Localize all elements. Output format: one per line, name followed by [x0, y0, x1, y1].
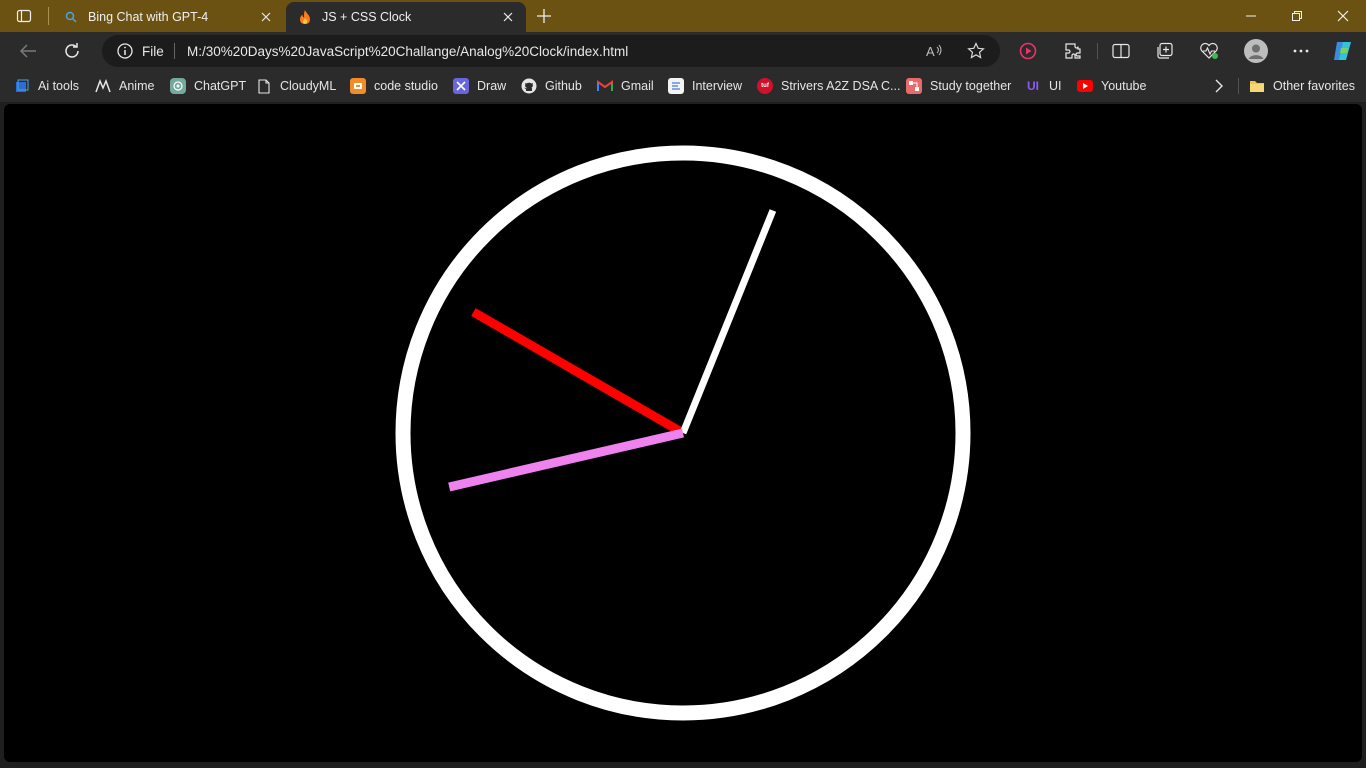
bookmark-anime[interactable]: Anime: [95, 77, 154, 95]
chatgpt-icon: [170, 78, 186, 94]
toolbar: File M:/30%20Days%20JavaScript%20Challan…: [0, 32, 1366, 70]
bookmark-youtube[interactable]: Youtube: [1077, 77, 1146, 95]
extensions-icon[interactable]: [1059, 37, 1087, 65]
interview-icon: [668, 78, 684, 94]
restore-icon[interactable]: [1274, 0, 1320, 32]
address-separator: [174, 43, 175, 59]
title-bar: Bing Chat with GPT-4 JS + CSS Clock: [0, 0, 1366, 32]
favorites-bar: Ai tools Anime ChatGPT CloudyML code stu…: [0, 70, 1366, 102]
bookmark-label: Anime: [119, 79, 155, 93]
address-scheme-label: File: [142, 44, 164, 59]
page-icon: [256, 78, 272, 94]
fire-icon: [296, 8, 314, 26]
bookmark-label: UI: [1049, 79, 1062, 93]
favorites-separator: [1238, 78, 1239, 94]
bookmark-study-together[interactable]: Study together: [906, 77, 1011, 95]
tab-title: Bing Chat with GPT-4: [88, 10, 209, 24]
profile-avatar[interactable]: [1242, 37, 1270, 65]
info-icon[interactable]: [116, 42, 134, 60]
github-icon: [521, 78, 537, 94]
collections-icon[interactable]: [1151, 37, 1179, 65]
tuf-icon: tuf: [757, 78, 773, 94]
tab-js-css-clock[interactable]: JS + CSS Clock: [286, 2, 526, 32]
browser-essentials-icon[interactable]: [1195, 37, 1223, 65]
bookmark-code-studio[interactable]: code studio: [350, 77, 438, 95]
youtube-icon: [1077, 78, 1093, 94]
folder-icon: [1249, 78, 1265, 94]
bookmark-strivers[interactable]: tuf Strivers A2Z DSA C...: [757, 77, 900, 95]
study-icon: [906, 78, 922, 94]
chevron-right-icon[interactable]: [1214, 77, 1224, 95]
close-tab-icon[interactable]: [498, 7, 518, 27]
bookmark-label: Study together: [930, 79, 1012, 93]
draw-icon: [453, 78, 469, 94]
split-screen-icon[interactable]: [1107, 37, 1135, 65]
copilot-icon[interactable]: [1329, 37, 1357, 65]
tab-separator: [48, 7, 49, 25]
bookmark-github[interactable]: Github: [521, 77, 582, 95]
bookmark-label: Strivers A2Z DSA C...: [781, 79, 901, 93]
tab-actions-icon[interactable]: [10, 7, 38, 25]
bookmark-label: Youtube: [1101, 79, 1147, 93]
bookmark-draw[interactable]: Draw: [453, 77, 506, 95]
address-bar[interactable]: File M:/30%20Days%20JavaScript%20Challan…: [102, 35, 1000, 67]
bookmark-label: Github: [545, 79, 582, 93]
bookmark-interview[interactable]: Interview: [668, 77, 742, 95]
media-play-icon[interactable]: [1014, 37, 1042, 65]
other-favorites[interactable]: Other favorites: [1249, 77, 1355, 95]
toolbar-divider: [1097, 43, 1098, 59]
close-tab-icon[interactable]: [256, 7, 276, 27]
url-text[interactable]: M:/30%20Days%20JavaScript%20Challange/An…: [187, 44, 628, 59]
codestudio-icon: [350, 78, 366, 94]
minimize-icon[interactable]: [1228, 0, 1274, 32]
gmail-icon: [597, 78, 613, 94]
read-aloud-icon[interactable]: A: [925, 41, 945, 61]
bookmark-label: Gmail: [621, 79, 654, 93]
bing-search-icon: [62, 8, 80, 26]
bookmark-label: code studio: [374, 79, 438, 93]
bottom-edge: [0, 762, 1366, 768]
anime-icon: [95, 78, 111, 94]
bookmark-ui[interactable]: UI UI: [1025, 77, 1062, 95]
bookmark-label: Interview: [692, 79, 743, 93]
more-options-icon[interactable]: [1287, 37, 1315, 65]
bookmark-chatgpt[interactable]: ChatGPT: [170, 77, 246, 95]
bookmark-gmail[interactable]: Gmail: [597, 77, 654, 95]
page-viewport: [4, 104, 1362, 762]
bookmark-label: ChatGPT: [194, 79, 247, 93]
back-arrow-icon[interactable]: [14, 37, 42, 65]
bookmark-label: Draw: [477, 79, 507, 93]
tab-title: JS + CSS Clock: [322, 10, 412, 24]
bookmark-ai-tools[interactable]: Ai tools: [14, 77, 79, 95]
bookmark-label: Ai tools: [38, 79, 79, 93]
svg-text:A: A: [926, 44, 935, 59]
clock-canvas: [395, 145, 971, 721]
close-window-icon[interactable]: [1320, 0, 1366, 32]
bookmark-cloudyml[interactable]: CloudyML: [256, 77, 336, 95]
favorite-star-icon[interactable]: [966, 41, 986, 61]
folder-icon: [14, 78, 30, 94]
new-tab-icon[interactable]: [534, 6, 554, 26]
bookmark-label: CloudyML: [280, 79, 337, 93]
ui-icon: UI: [1027, 79, 1039, 93]
refresh-icon[interactable]: [58, 37, 86, 65]
other-favorites-label: Other favorites: [1273, 79, 1355, 93]
tab-bing-chat[interactable]: Bing Chat with GPT-4: [52, 2, 284, 32]
